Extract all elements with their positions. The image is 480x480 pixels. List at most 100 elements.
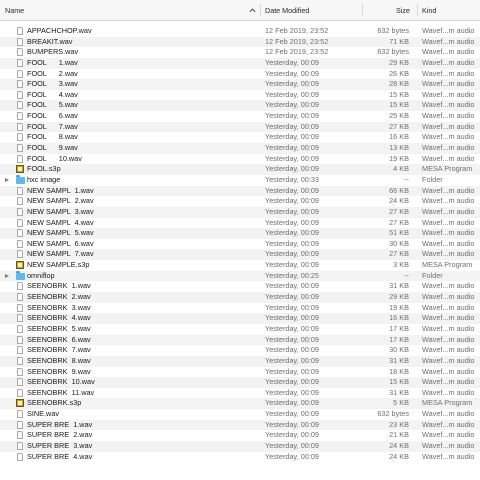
file-name: SUPER BRE 1.wav [27, 419, 93, 429]
file-row[interactable]: FOOL 10.wav Yesterday, 00:09 19 KB Wavef...… [0, 154, 480, 165]
file-name: NEW SAMPL 7.wav [27, 249, 94, 259]
file-row[interactable]: SUPER BRE 2.wav Yesterday, 00:09 21 KB Wave… [0, 430, 480, 441]
file-name: SEENOBRK 3.wav [27, 302, 91, 312]
file-kind: Wavef...m audio [422, 206, 475, 216]
disclosure-triangle-icon[interactable] [5, 177, 9, 182]
file-name: SUPER BRE 2.wav [27, 430, 93, 440]
file-list[interactable]: APPACHCHOP.wav 12 Feb 2019, 23:52 632 byte… [0, 26, 480, 480]
file-icon-cell [15, 430, 25, 441]
audio-file-icon [17, 112, 23, 121]
file-row[interactable]: SEENOBRK 8.wav Yesterday, 00:09 31 KB Wavef… [0, 355, 480, 367]
file-name: NEW SAMPL 2.wav [27, 196, 94, 206]
file-row[interactable]: NEW SAMPL 4.wav Yesterday, 00:09 27 KB Wave… [0, 218, 480, 229]
file-icon-cell [15, 324, 25, 335]
file-row[interactable]: NEW SAMPL 1.wav Yesterday, 00:09 66 KB Wave… [0, 185, 480, 197]
audio-file-icon [17, 37, 23, 46]
file-row[interactable]: SEENOBRK 7.wav Yesterday, 00:09 30 KB Wavef… [0, 345, 480, 356]
file-row[interactable]: FOOL 9.wav Yesterday, 00:09 13 KB Wavef...m… [0, 143, 480, 154]
file-name: FOOL 8.wav [27, 132, 78, 142]
file-kind: Wavef...m audio [422, 334, 475, 344]
audio-file-icon [17, 69, 23, 78]
file-row[interactable]: FOOL 5.wav Yesterday, 00:09 15 KB Wavef...m… [0, 100, 480, 112]
audio-file-icon [17, 441, 23, 450]
file-kind: Wavef...m audio [422, 387, 475, 397]
file-row[interactable]: SEENOBRK 10.wav Yesterday, 00:09 15 KB Wave… [0, 377, 480, 388]
audio-file-icon [17, 239, 23, 248]
file-name: NEW SAMPL 3.wav [27, 206, 94, 216]
file-row[interactable]: FOOL 7.wav Yesterday, 00:09 27 KB Wavef...m… [0, 121, 480, 133]
audio-file-icon [17, 293, 23, 302]
file-size: 30 KB [389, 238, 409, 248]
date-modified: Yesterday, 00:09 [265, 143, 319, 153]
file-icon-cell [15, 132, 25, 143]
file-icon-cell [15, 143, 25, 154]
date-modified: Yesterday, 00:09 [265, 217, 319, 227]
file-size: 18 KB [389, 366, 409, 376]
mesa-program-icon [16, 165, 24, 174]
file-name: NEW SAMPL 1.wav [27, 185, 94, 195]
date-modified: Yesterday, 00:09 [265, 260, 319, 270]
file-name: FOOL 7.wav [27, 121, 78, 131]
file-size: 3 KB [393, 260, 409, 270]
column-divider[interactable] [260, 4, 261, 16]
column-header-size[interactable]: Size [370, 0, 410, 20]
column-header-name[interactable]: Name [5, 0, 255, 20]
date-modified: Yesterday, 00:09 [265, 419, 319, 429]
file-row[interactable]: SINE.wav Yesterday, 00:09 632 bytes Wavef..… [0, 409, 480, 420]
file-row[interactable]: SEENOBRK 9.wav Yesterday, 00:09 18 KB Wavef… [0, 367, 480, 378]
file-row[interactable]: FOOL 6.wav Yesterday, 00:09 25 KB Wavef...m… [0, 111, 480, 122]
folder-row[interactable]: omniflop Yesterday, 00:25 -- Folder [0, 270, 480, 282]
file-kind: Wavef...m audio [422, 302, 475, 312]
column-header-bar: Name Date Modified Size Kind [0, 0, 480, 21]
date-modified: Yesterday, 00:09 [265, 292, 319, 302]
file-row[interactable]: FOOL 3.wav Yesterday, 00:09 28 KB Wavef...m… [0, 79, 480, 90]
column-header-date-modified[interactable]: Date Modified [265, 0, 360, 20]
file-row[interactable]: NEW SAMPL 5.wav Yesterday, 00:09 51 KB Wave… [0, 228, 480, 239]
file-row[interactable]: NEW SAMPL 3.wav Yesterday, 00:09 27 KB Wave… [0, 206, 480, 218]
file-row[interactable]: SEENOBRK 4.wav Yesterday, 00:09 16 KB Wavef… [0, 313, 480, 324]
file-row[interactable]: APPACHCHOP.wav 12 Feb 2019, 23:52 632 byte… [0, 26, 480, 37]
file-row[interactable]: SEENOBRK.s3p Yesterday, 00:09 5 KB MESA Pro… [0, 398, 480, 410]
sort-ascending-icon[interactable] [248, 6, 257, 15]
audio-file-icon [17, 282, 23, 291]
file-size: 4 KB [393, 164, 409, 174]
file-kind: Wavef...m audio [422, 249, 475, 259]
date-modified: Yesterday, 00:09 [265, 409, 319, 419]
file-row[interactable]: SEENOBRK 6.wav Yesterday, 00:09 17 KB Wavef… [0, 334, 480, 346]
file-row[interactable]: FOOL 2.wav Yesterday, 00:09 26 KB Wavef...m… [0, 69, 480, 80]
file-row[interactable]: SEENOBRK 1.wav Yesterday, 00:09 31 KB Wavef… [0, 281, 480, 292]
audio-file-icon [17, 250, 23, 259]
file-row[interactable]: FOOL 8.wav Yesterday, 00:09 16 KB Wavef...m… [0, 132, 480, 143]
file-row[interactable]: NEW SAMPL 7.wav Yesterday, 00:09 27 KB Wave… [0, 249, 480, 261]
column-divider[interactable] [362, 4, 363, 16]
column-divider[interactable] [417, 4, 418, 16]
audio-file-icon [17, 378, 23, 387]
file-name: SEENOBRK 7.wav [27, 345, 91, 355]
file-size: 5 KB [393, 398, 409, 408]
file-row[interactable]: SEENOBRK 5.wav Yesterday, 00:09 17 KB Wavef… [0, 324, 480, 335]
file-row[interactable]: BREAKIT.wav 12 Feb 2019, 23:52 71 KB Wavef.… [0, 36, 480, 48]
disclosure-triangle-icon[interactable] [5, 273, 9, 278]
file-row[interactable]: NEW SAMPL 6.wav Yesterday, 00:09 30 KB Wave… [0, 239, 480, 250]
audio-file-icon [17, 122, 23, 131]
file-row[interactable]: SUPER BRE 1.wav Yesterday, 00:09 23 KB Wave… [0, 419, 480, 431]
folder-row[interactable]: hxc image Yesterday, 00:33 -- Folder [0, 175, 480, 186]
file-row[interactable]: NEW SAMPLE.s3p Yesterday, 00:09 3 KB MESA P… [0, 260, 480, 271]
file-row[interactable]: SUPER BRE 3.wav Yesterday, 00:09 24 KB Wave… [0, 440, 480, 452]
file-size: 25 KB [389, 111, 409, 121]
file-row[interactable]: SEENOBRK 3.wav Yesterday, 00:09 19 KB Wavef… [0, 303, 480, 314]
file-row[interactable]: SEENOBRK 2.wav Yesterday, 00:09 29 KB Wavef… [0, 292, 480, 303]
file-row[interactable]: FOOL 4.wav Yesterday, 00:09 15 KB Wavef...m… [0, 90, 480, 101]
file-kind: Folder [422, 270, 443, 280]
file-kind: Wavef...m audio [422, 440, 475, 450]
file-row[interactable]: SUPER BRE 4.wav Yesterday, 00:09 24 KB Wave… [0, 452, 480, 463]
column-header-kind[interactable]: Kind [422, 0, 480, 20]
file-row[interactable]: NEW SAMPL 2.wav Yesterday, 00:09 24 KB Wave… [0, 196, 480, 207]
file-row[interactable]: SEENOBRK 11.wav Yesterday, 00:09 31 KB Wave… [0, 388, 480, 399]
file-row[interactable]: FOOL.s3p Yesterday, 00:09 4 KB MESA Program [0, 164, 480, 175]
file-icon-cell [15, 356, 25, 367]
audio-file-icon [17, 410, 23, 419]
file-row[interactable]: FOOL 1.wav Yesterday, 00:09 29 KB Wavef...m… [0, 57, 480, 69]
file-size: 16 KB [389, 132, 409, 142]
file-row[interactable]: BUMPERS.wav 12 Feb 2019, 23:52 632 bytes Wa… [0, 47, 480, 58]
